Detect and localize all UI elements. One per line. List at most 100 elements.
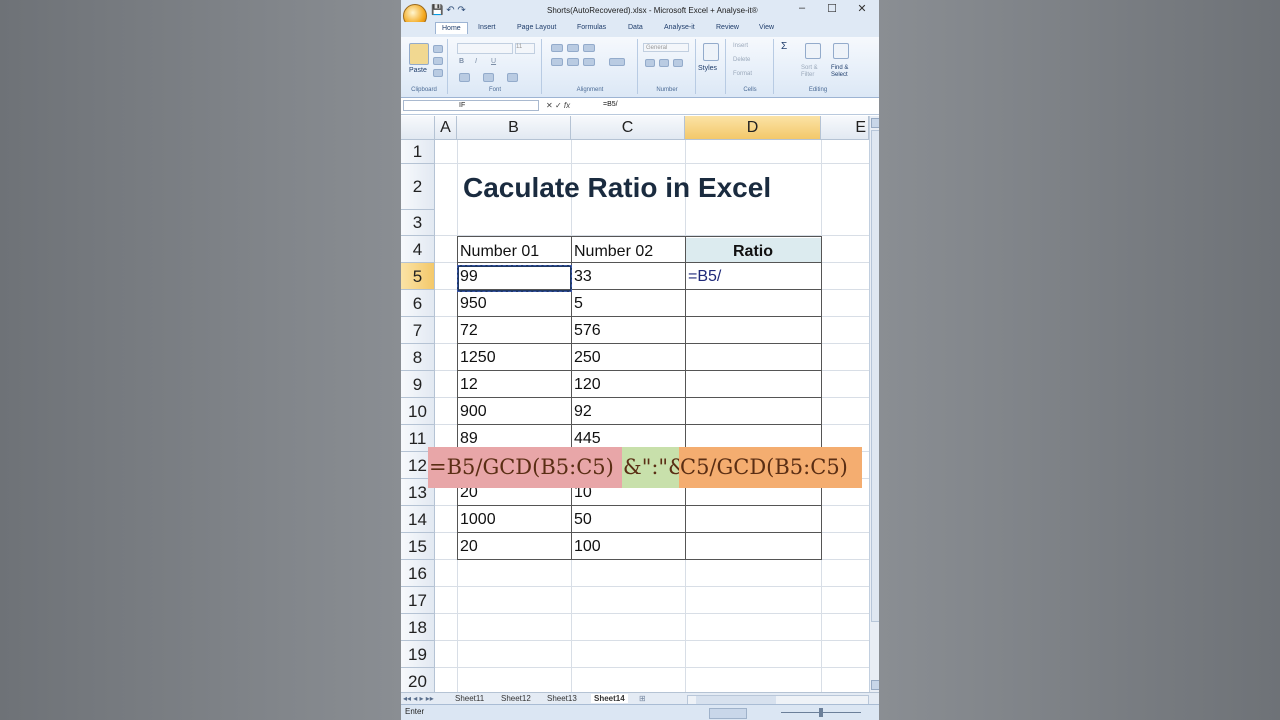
font-name-dropdown[interactable] xyxy=(457,43,513,54)
tab-insert[interactable]: Insert xyxy=(478,24,496,31)
header-number-02[interactable]: Number 02 xyxy=(571,238,685,265)
row-header-6[interactable]: 6 xyxy=(401,290,435,317)
cell-ratio-row-8[interactable] xyxy=(685,344,821,371)
vertical-scrollbar[interactable] xyxy=(869,116,879,692)
cell-number-01-row-15[interactable]: 20 xyxy=(457,533,571,560)
cell-ratio-row-14[interactable] xyxy=(685,506,821,533)
align-bottom-icon[interactable] xyxy=(583,44,595,52)
cell-ratio-row-5[interactable]: =B5/ xyxy=(685,263,821,290)
row-header-15[interactable]: 15 xyxy=(401,533,435,560)
row-header-9[interactable]: 9 xyxy=(401,371,435,398)
comma-icon[interactable] xyxy=(673,59,683,67)
save-icon[interactable]: 💾 xyxy=(431,5,443,16)
select-all-corner[interactable] xyxy=(401,116,435,140)
row-header-19[interactable]: 19 xyxy=(401,641,435,668)
row-header-5[interactable]: 5 xyxy=(401,263,435,290)
insert-sheet-icon[interactable]: ⊞ xyxy=(639,694,646,703)
borders-icon[interactable] xyxy=(459,73,470,82)
cell-number-01-row-6[interactable]: 950 xyxy=(457,290,571,317)
scroll-down-icon[interactable] xyxy=(871,680,879,690)
column-header-a[interactable]: A xyxy=(435,116,457,140)
close-button[interactable]: ✕ xyxy=(847,2,877,15)
tab-home[interactable]: Home xyxy=(435,22,468,34)
cell-number-02-row-6[interactable]: 5 xyxy=(571,290,685,317)
cell-number-01-row-8[interactable]: 1250 xyxy=(457,344,571,371)
enter-icon[interactable]: ✓ xyxy=(555,101,562,110)
row-header-3[interactable]: 3 xyxy=(401,210,435,236)
styles-icon[interactable] xyxy=(703,43,719,61)
column-header-b[interactable]: B xyxy=(457,116,571,140)
cancel-icon[interactable]: ✕ xyxy=(546,101,553,110)
copy-icon[interactable] xyxy=(433,57,443,65)
cell-ratio-row-9[interactable] xyxy=(685,371,821,398)
horizontal-scroll-thumb[interactable] xyxy=(696,696,776,704)
autosum-icon[interactable]: Σ xyxy=(781,41,787,52)
paste-icon[interactable] xyxy=(409,43,429,65)
name-box[interactable]: IF xyxy=(403,100,539,111)
sheet-tab-sheet14[interactable]: Sheet14 xyxy=(591,694,628,703)
sheet-tab-sheet12[interactable]: Sheet12 xyxy=(501,694,531,703)
cell-number-02-row-15[interactable]: 100 xyxy=(571,533,685,560)
cell-number-02-row-7[interactable]: 576 xyxy=(571,317,685,344)
formula-input[interactable]: =B5/ xyxy=(603,101,618,108)
column-header-d[interactable]: D xyxy=(685,116,821,140)
cell-number-01-row-14[interactable]: 1000 xyxy=(457,506,571,533)
underline-button[interactable]: U xyxy=(491,58,496,65)
header-number-01[interactable]: Number 01 xyxy=(457,238,571,265)
cut-icon[interactable] xyxy=(433,45,443,53)
row-header-4[interactable]: 4 xyxy=(401,236,435,263)
italic-button[interactable]: I xyxy=(475,58,477,65)
header-ratio[interactable]: Ratio xyxy=(685,238,821,265)
tab-data[interactable]: Data xyxy=(628,24,643,31)
find-select-button[interactable]: Find & Select xyxy=(831,65,848,79)
font-color-icon[interactable] xyxy=(507,73,518,82)
row-header-18[interactable]: 18 xyxy=(401,614,435,641)
row-header-1[interactable]: 1 xyxy=(401,140,435,164)
tab-review[interactable]: Review xyxy=(716,24,739,31)
tab-analyse-it[interactable]: Analyse-it xyxy=(664,24,695,31)
maximize-button[interactable]: ☐ xyxy=(817,2,847,15)
redo-icon[interactable]: ↷ xyxy=(457,5,465,16)
sheet-tab-sheet11[interactable]: Sheet11 xyxy=(455,694,484,703)
row-header-14[interactable]: 14 xyxy=(401,506,435,533)
cell-number-01-row-7[interactable]: 72 xyxy=(457,317,571,344)
cell-number-02-row-8[interactable]: 250 xyxy=(571,344,685,371)
row-header-20[interactable]: 20 xyxy=(401,668,435,695)
row-header-16[interactable]: 16 xyxy=(401,560,435,587)
undo-icon[interactable]: ↶ xyxy=(446,5,454,16)
align-left-icon[interactable] xyxy=(551,58,563,66)
row-header-2[interactable]: 2 xyxy=(401,164,435,210)
bold-button[interactable]: B xyxy=(459,58,464,65)
row-header-10[interactable]: 10 xyxy=(401,398,435,425)
merge-center-icon[interactable] xyxy=(609,58,625,66)
sort-filter-button[interactable]: Sort & Filter xyxy=(801,65,818,79)
number-format-dropdown[interactable]: General xyxy=(643,43,689,52)
percent-icon[interactable] xyxy=(659,59,669,67)
tab-page-layout[interactable]: Page Layout xyxy=(517,24,556,31)
font-size-dropdown[interactable]: 11 xyxy=(515,43,535,54)
cell-number-02-row-10[interactable]: 92 xyxy=(571,398,685,425)
cell-number-02-row-9[interactable]: 120 xyxy=(571,371,685,398)
sort-filter-icon[interactable] xyxy=(805,43,821,59)
format-cells-button[interactable]: Format xyxy=(733,71,752,77)
align-right-icon[interactable] xyxy=(583,58,595,66)
cell-ratio-row-15[interactable] xyxy=(685,533,821,560)
column-header-c[interactable]: C xyxy=(571,116,685,140)
scroll-thumb[interactable] xyxy=(871,130,879,622)
cell-ratio-row-6[interactable] xyxy=(685,290,821,317)
insert-function-button[interactable]: fx xyxy=(564,101,570,110)
cell-number-01-row-9[interactable]: 12 xyxy=(457,371,571,398)
delete-cells-button[interactable]: Delete xyxy=(733,57,750,63)
row-header-7[interactable]: 7 xyxy=(401,317,435,344)
zoom-slider-thumb[interactable] xyxy=(819,708,823,717)
row-header-8[interactable]: 8 xyxy=(401,344,435,371)
view-buttons[interactable] xyxy=(709,708,747,719)
align-middle-icon[interactable] xyxy=(567,44,579,52)
format-painter-icon[interactable] xyxy=(433,69,443,77)
sheet-tab-sheet13[interactable]: Sheet13 xyxy=(547,694,577,703)
cell-number-02-row-5[interactable]: 33 xyxy=(571,263,685,290)
align-top-icon[interactable] xyxy=(551,44,563,52)
cell-number-01-row-10[interactable]: 900 xyxy=(457,398,571,425)
styles-label[interactable]: Styles xyxy=(698,65,717,72)
align-center-icon[interactable] xyxy=(567,58,579,66)
